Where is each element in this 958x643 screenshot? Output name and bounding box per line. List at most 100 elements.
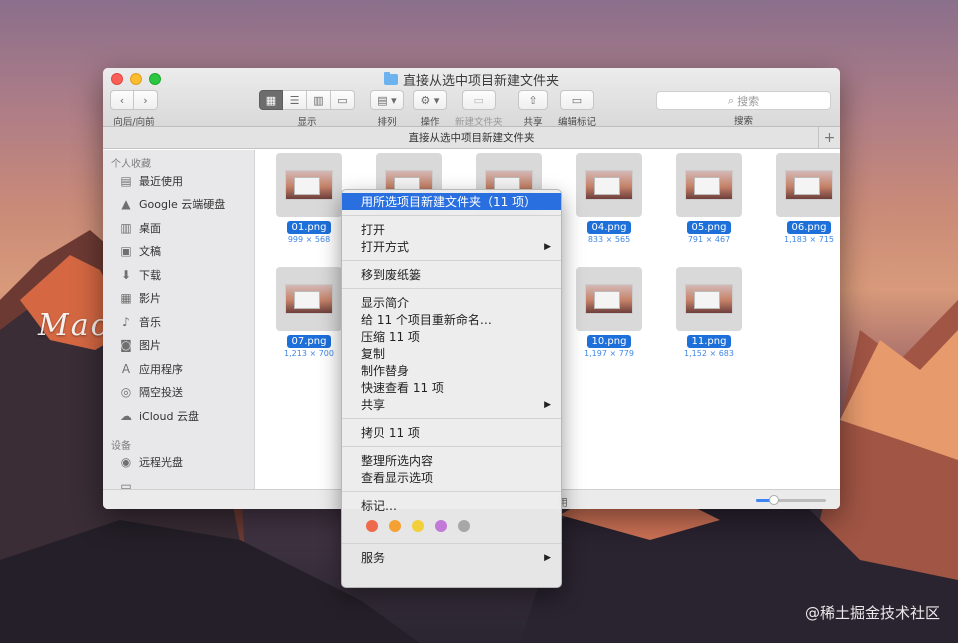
list-view-button[interactable]: ☰ [283, 90, 307, 110]
column-view-button[interactable]: ▥ [307, 90, 331, 110]
file-thumbnail [676, 267, 742, 331]
tab-bar: 直接从选中项目新建文件夹 + [103, 127, 840, 149]
file-item[interactable]: 06.png 1,183 × 715 [776, 153, 840, 244]
file-dimensions: 1,152 × 683 [684, 349, 734, 358]
sidebar-devices-list: ◉ 远程光盘 ▭ [103, 451, 254, 489]
menu-item[interactable]: 查看显示选项 [342, 469, 561, 486]
sidebar-item-favorites-1[interactable]: ▲ Google 云端硬盘 [103, 193, 254, 217]
share-group: ⇧ 共享 [518, 90, 548, 128]
tag-color-dot[interactable] [366, 520, 378, 532]
forward-button[interactable]: › [134, 90, 158, 110]
sidebar-item-favorites-0[interactable]: ▤ 最近使用 [103, 169, 254, 193]
tab-current[interactable]: 直接从选中项目新建文件夹 [409, 130, 535, 145]
sidebar: 个人收藏 ▤ 最近使用 ▲ Google 云端硬盘 ▥ 桌面 ▣ 文稿 ⬇ 下载 ▦ 影片 ♪ 音乐 ◙ 图片… [103, 150, 255, 489]
arrange-icon: ▤ ▾ [377, 93, 397, 107]
sidebar-item-label: 文稿 [139, 245, 161, 259]
columns-icon: ▥ [313, 93, 324, 107]
image-thumbnail-icon [285, 170, 333, 200]
nav-group: ‹ › 向后/向前 [110, 90, 158, 128]
menu-item[interactable]: 快速查看 11 项 [342, 379, 561, 396]
google-drive-icon: ▲ [121, 197, 131, 212]
search-input[interactable]: ⌕ 搜索 [656, 91, 831, 110]
back-button[interactable]: ‹ [110, 90, 134, 110]
file-dimensions: 1,213 × 700 [284, 349, 334, 358]
music-icon: ♪ [122, 314, 130, 329]
arrange-group: ▤ ▾ 排列 [370, 90, 404, 128]
menu-item[interactable]: 显示简介 [342, 294, 561, 311]
icon-view-button[interactable]: ▦ [259, 90, 283, 110]
menu-item[interactable]: 给 11 个项目重新命名… [342, 311, 561, 328]
sidebar-item-favorites-4[interactable]: ⬇ 下载 [103, 263, 254, 287]
menu-item[interactable]: 制作替身 [342, 362, 561, 379]
sidebar-item-favorites-10[interactable]: ☁ iCloud 云盘 [103, 404, 254, 428]
slider-knob[interactable] [768, 495, 779, 505]
sidebar-item-label: 影片 [139, 292, 161, 306]
menu-item-label: 移到废纸篓 [361, 268, 422, 282]
arrange-button[interactable]: ▤ ▾ [370, 90, 404, 110]
sidebar-item-favorites-5[interactable]: ▦ 影片 [103, 287, 254, 311]
action-button[interactable]: ⚙ ▾ [413, 90, 447, 110]
sidebar-item-label: 隔空投送 [139, 386, 183, 400]
tag-color-dot[interactable] [435, 520, 447, 532]
edit-tags-label: 编辑标记 [558, 117, 597, 128]
new-tab-button[interactable]: + [818, 127, 840, 148]
view-group: ▦ ☰ ▥ ▭ 显示 [259, 90, 355, 128]
icloud-icon: ☁ [120, 408, 132, 423]
sidebar-item-favorites-9[interactable]: ◎ 隔空投送 [103, 381, 254, 405]
menu-item[interactable]: 压缩 11 项 [342, 328, 561, 345]
menu-separator [342, 446, 561, 447]
menu-item[interactable]: 用所选项目新建文件夹（11 项） [342, 193, 561, 210]
menu-item-label: 整理所选内容 [361, 454, 434, 468]
sidebar-item-label: 远程光盘 [139, 456, 183, 470]
edit-tags-button[interactable]: ▭ [560, 90, 594, 110]
menu-item-label: 查看显示选项 [361, 471, 434, 485]
menu-item[interactable]: 打开 [342, 221, 561, 238]
new-folder-button[interactable]: ▭ [461, 90, 496, 110]
sidebar-item-favorites-8[interactable]: A 应用程序 [103, 357, 254, 381]
menu-item[interactable]: 整理所选内容 [342, 452, 561, 469]
menu-item[interactable]: 共享 ▶ [342, 396, 561, 413]
file-thumbnail [676, 153, 742, 217]
file-name: 06.png [786, 221, 832, 234]
applications-icon: A [121, 361, 131, 376]
sidebar-item-favorites-6[interactable]: ♪ 音乐 [103, 310, 254, 334]
menu-separator [342, 418, 561, 419]
menu-item-label: 服务 [361, 551, 386, 565]
sidebar-item-favorites-3[interactable]: ▣ 文稿 [103, 240, 254, 264]
sidebar-devices-header: 设备 [111, 440, 131, 452]
share-label: 共享 [523, 117, 543, 128]
menu-item[interactable]: 拷贝 11 项 [342, 424, 561, 441]
menu-item[interactable]: 打开方式 ▶ [342, 238, 561, 255]
file-item[interactable]: 04.png 833 × 565 [576, 153, 642, 244]
tag-color-dot[interactable] [412, 520, 424, 532]
sidebar-item-favorites-2[interactable]: ▥ 桌面 [103, 216, 254, 240]
chevron-right-icon: › [143, 93, 148, 107]
menu-item-label: 压缩 11 项 [361, 330, 420, 344]
watermark-right: @稀土掘金技术社区 [804, 604, 940, 622]
file-item[interactable]: 01.png 999 × 568 [276, 153, 342, 244]
sidebar-item-label: 应用程序 [139, 362, 183, 376]
sidebar-item-favorites-7[interactable]: ◙ 图片 [103, 334, 254, 358]
file-item[interactable]: 07.png 1,213 × 700 [276, 267, 342, 358]
menu-item[interactable]: 复制 [342, 345, 561, 362]
share-button[interactable]: ⇧ [518, 90, 548, 110]
sidebar-item-devices-0[interactable]: ◉ 远程光盘 [103, 451, 254, 475]
menu-item[interactable]: 标记… [342, 497, 561, 514]
icon-size-slider[interactable] [756, 495, 826, 505]
menu-item[interactable]: 服务 ▶ [342, 549, 561, 566]
tag-color-dot[interactable] [389, 520, 401, 532]
action-label: 操作 [420, 117, 440, 128]
menu-item[interactable]: 移到废纸篓 [342, 266, 561, 283]
tag-color-dot[interactable] [458, 520, 470, 532]
file-item[interactable]: 10.png 1,197 × 779 [576, 267, 642, 358]
menu-item-label: 打开 [361, 223, 386, 237]
downloads-icon: ⬇ [120, 267, 132, 282]
sidebar-item-label: 图片 [139, 339, 161, 353]
sidebar-item-devices-1[interactable]: ▭ [103, 474, 254, 489]
gallery-view-button[interactable]: ▭ [331, 90, 355, 110]
sidebar-item-label: Google 云端硬盘 [139, 198, 226, 212]
movies-icon: ▦ [120, 291, 132, 306]
file-item[interactable]: 05.png 791 × 467 [676, 153, 742, 244]
remote-disc-icon: ◉ [120, 455, 132, 470]
file-item[interactable]: 11.png 1,152 × 683 [676, 267, 742, 358]
